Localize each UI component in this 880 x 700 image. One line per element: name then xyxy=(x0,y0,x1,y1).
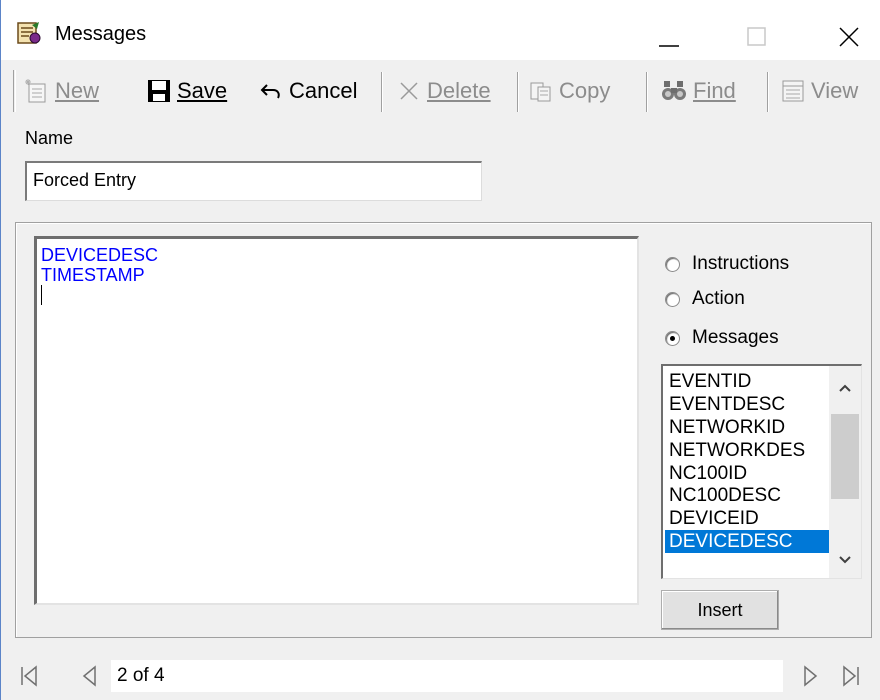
cancel-label: Cancel xyxy=(289,78,358,103)
save-label: Save xyxy=(177,78,228,103)
view-grid-icon xyxy=(782,80,804,102)
new-button[interactable]: New xyxy=(23,76,99,106)
editor-line: DEVICEDESC xyxy=(41,245,159,265)
record-counter: 2 of 4 xyxy=(111,660,783,692)
radio-circle[interactable] xyxy=(665,291,680,307)
toolbar: New Save Cancel Delete Copy Find View xyxy=(1,64,880,118)
message-editor[interactable]: DEVICEDESC TIMESTAMP xyxy=(34,236,639,605)
undo-icon xyxy=(260,84,280,99)
list-item[interactable]: DEVICEID xyxy=(665,507,829,530)
last-record-button[interactable] xyxy=(837,662,865,690)
radio-messages[interactable]: Messages xyxy=(665,327,779,349)
insert-button[interactable]: Insert xyxy=(661,590,779,630)
messages-window: Messages New Save Cancel Delete Copy Fin… xyxy=(0,0,880,700)
toolbar-separator xyxy=(646,72,648,112)
copy-button[interactable]: Copy xyxy=(529,76,610,106)
list-item[interactable]: EVENTDESC xyxy=(665,393,829,416)
previous-record-button[interactable] xyxy=(75,662,103,690)
next-record-button[interactable] xyxy=(797,662,825,690)
maximize-button[interactable] xyxy=(727,8,787,60)
first-record-button[interactable] xyxy=(15,662,43,690)
next-record-icon xyxy=(804,665,818,687)
fields-listbox[interactable]: EVENTID EVENTDESC NETWORKID NETWORKDES N… xyxy=(661,364,862,579)
find-label: Find xyxy=(693,78,736,103)
close-button[interactable] xyxy=(819,8,879,60)
text-caret xyxy=(41,285,42,305)
cancel-button[interactable]: Cancel xyxy=(259,76,357,106)
radio-label: Messages xyxy=(692,327,779,348)
save-disk-icon xyxy=(148,80,170,102)
scroll-down-button[interactable] xyxy=(829,544,861,576)
name-label: Name xyxy=(25,128,74,148)
radio-label: Instructions xyxy=(692,253,790,274)
delete-label: Delete xyxy=(427,78,491,103)
new-label: New xyxy=(55,78,100,103)
listbox-scrollbar[interactable] xyxy=(829,366,861,578)
copy-label: Copy xyxy=(559,78,611,103)
find-button[interactable]: Find xyxy=(661,76,736,106)
radio-action[interactable]: Action xyxy=(665,288,745,310)
title-bar: Messages xyxy=(1,0,880,60)
list-item[interactable]: EVENTID xyxy=(665,370,829,393)
close-icon xyxy=(839,27,859,47)
last-record-icon xyxy=(843,665,859,687)
radio-instructions[interactable]: Instructions xyxy=(665,253,789,275)
toolbar-separator xyxy=(381,72,383,112)
radio-circle-checked[interactable] xyxy=(665,330,680,346)
scroll-up-button[interactable] xyxy=(829,372,861,404)
new-record-icon xyxy=(25,79,46,103)
minimize-button[interactable] xyxy=(639,8,699,60)
view-label: View xyxy=(811,78,859,103)
copy-icon xyxy=(530,82,551,102)
toolbar-grip[interactable] xyxy=(13,70,16,112)
first-record-icon xyxy=(21,665,37,687)
maximize-icon xyxy=(747,27,766,46)
save-button[interactable]: Save xyxy=(147,76,227,106)
editor-line: TIMESTAMP xyxy=(41,265,145,285)
radio-label: Action xyxy=(692,288,745,309)
chevron-down-icon xyxy=(839,556,851,564)
chevron-up-icon xyxy=(839,384,851,392)
view-button[interactable]: View xyxy=(781,76,858,106)
record-navigator: 2 of 4 xyxy=(1,652,880,700)
binoculars-icon xyxy=(662,81,686,100)
list-item[interactable]: NC100DESC xyxy=(665,484,829,507)
name-field[interactable]: Forced Entry xyxy=(25,161,482,201)
list-item[interactable]: NETWORKID xyxy=(665,416,829,439)
delete-button[interactable]: Delete xyxy=(397,76,491,106)
list-item[interactable]: NETWORKDES xyxy=(665,439,829,462)
toolbar-separator xyxy=(517,72,519,112)
previous-record-icon xyxy=(82,665,96,687)
list-item[interactable]: NC100ID xyxy=(665,462,829,485)
minimize-icon xyxy=(659,45,679,47)
messages-app-icon xyxy=(15,20,41,46)
toolbar-separator xyxy=(767,72,769,112)
list-item-selected[interactable]: DEVICEDESC xyxy=(665,530,829,554)
window-title: Messages xyxy=(55,23,147,45)
scroll-thumb[interactable] xyxy=(831,414,859,499)
delete-x-icon xyxy=(400,82,418,100)
radio-circle[interactable] xyxy=(665,256,680,272)
